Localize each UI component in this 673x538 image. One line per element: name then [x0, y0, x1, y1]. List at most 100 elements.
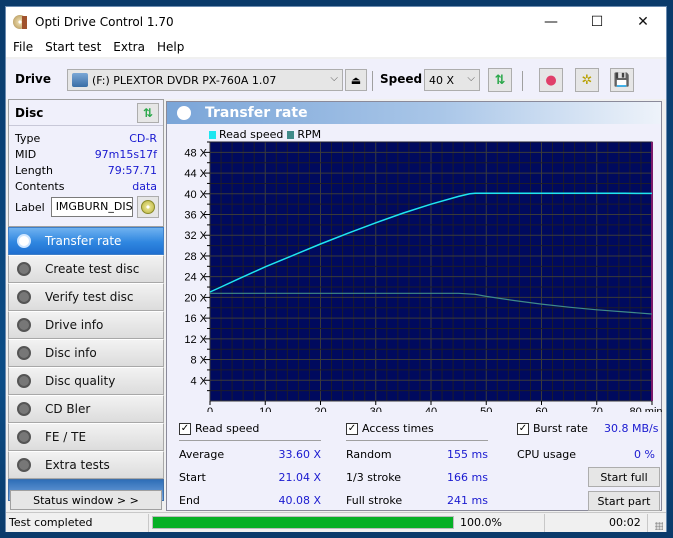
stat-row: Start 21.04 X: [179, 471, 321, 484]
checkbox-check-icon: ✓: [346, 422, 358, 435]
transfer-rate-chart: 4 X 8 X 12 X 16 X 20 X 24 X 28 X 32 X 36 X 40 X 44…: [184, 141, 663, 412]
y-tick-label: 24 X: [184, 272, 207, 284]
refresh-icon: ⇅: [142, 106, 154, 120]
burst-rate-label: Burst rate: [533, 422, 588, 435]
disc-type-row: Type CD-R: [9, 130, 163, 146]
stat-value: 33.60 X: [278, 448, 321, 461]
disc-contents-row: Contents data: [9, 178, 163, 194]
stat-key: Full stroke: [346, 494, 403, 507]
nav-label: Extra tests: [45, 458, 110, 472]
progress-bar: [152, 516, 454, 529]
access-times-label: Access times: [362, 422, 434, 435]
transfer-rate-panel: Transfer rate 4 X8 X 12 X 16 X 20 X 24 X 28 X…: [166, 101, 663, 511]
x-tick-label: 0: [207, 406, 213, 412]
stat-key: Average: [179, 448, 225, 461]
stat-value: 21.04 X: [278, 471, 321, 484]
speed-select[interactable]: 40 X ⌵: [424, 69, 480, 91]
checkbox-check-icon: ✓: [517, 422, 529, 435]
disc-icon: [140, 200, 155, 214]
disc-icon: [17, 430, 31, 444]
disc-length-value: 79:57.71: [107, 163, 157, 177]
y-tick-label: 36 X: [184, 210, 207, 222]
save-button[interactable]: 💾: [610, 68, 634, 92]
nav-label: Disc quality: [45, 374, 116, 388]
status-bar: Test completed 100.0% 00:02: [6, 512, 666, 532]
disc-label-key: Label: [15, 200, 45, 214]
start-part-button[interactable]: Start part: [588, 491, 660, 511]
maximize-button[interactable]: ☐: [574, 7, 620, 37]
settings-button[interactable]: ✲: [575, 68, 599, 92]
stat-row: 1/3 stroke 166 ms: [346, 471, 488, 484]
refresh-speed-button[interactable]: ⇅: [488, 68, 512, 92]
disc-length-key: Length: [15, 163, 53, 177]
nav-fe-te[interactable]: FE / TE: [8, 423, 164, 451]
disc-type-value: CD-R: [129, 131, 157, 145]
stat-row: Average 33.60 X: [179, 448, 321, 461]
nav-label: Transfer rate: [45, 234, 122, 248]
y-tick-label: 20 X: [184, 292, 207, 304]
disc-info-box: Disc ⇅ Type CD-R MID 97m15s17f Length 79:57…: [8, 99, 164, 227]
burst-rate-checkbox[interactable]: ✓ Burst rate: [517, 422, 588, 435]
stat-value: 155 ms: [447, 448, 488, 461]
test-nav: Transfer rate Create test disc Verify te…: [8, 227, 164, 501]
disc-icon: [17, 374, 31, 388]
nav-create-test-disc[interactable]: Create test disc: [8, 255, 164, 283]
nav-transfer-rate[interactable]: Transfer rate: [8, 227, 164, 255]
divider: [179, 440, 321, 441]
disc-icon: [17, 458, 31, 472]
title-bar: Opti Drive Control 1.70 — ☐ ✕: [6, 7, 666, 37]
x-tick-label: 60: [535, 406, 547, 412]
nav-drive-info[interactable]: Drive info: [8, 311, 164, 339]
nav-label: FE / TE: [45, 430, 87, 444]
stat-value: 241 ms: [447, 494, 488, 507]
disc-type-key: Type: [15, 131, 41, 145]
x-tick-label: 40: [425, 406, 437, 412]
access-times-checkbox[interactable]: ✓ Access times: [346, 422, 434, 435]
read-speed-checkbox[interactable]: ✓ Read speed: [179, 422, 259, 435]
status-window-button[interactable]: Status window > >: [10, 490, 162, 510]
menu-start-test[interactable]: Start test: [39, 40, 107, 54]
menu-file[interactable]: File: [6, 40, 39, 54]
menu-extra[interactable]: Extra: [107, 40, 151, 54]
minimize-button[interactable]: —: [528, 7, 574, 37]
save-icon: 💾: [613, 72, 631, 88]
eraser-icon: ●: [545, 72, 557, 88]
y-tick-label: 32 X: [184, 230, 207, 242]
nav-verify-test-disc[interactable]: Verify test disc: [8, 283, 164, 311]
gear-icon: ✲: [581, 72, 593, 88]
legend-rpm: RPM: [287, 128, 321, 141]
legend-label: RPM: [297, 128, 322, 141]
toolbar: Drive (F:) PLEXTOR DVDR PX-760A 1.07 ⌵ ⏏…: [6, 59, 666, 99]
resize-grip[interactable]: [655, 522, 663, 530]
stat-value: 40.08 X: [278, 494, 321, 507]
window-title: Opti Drive Control 1.70: [35, 15, 174, 29]
legend-read-speed: Read speed: [209, 128, 283, 141]
eject-button[interactable]: ⏏: [345, 69, 367, 91]
erase-button[interactable]: ●: [539, 68, 563, 92]
progress-percent: 100.0%: [460, 516, 502, 529]
y-tick-label: 40 X: [184, 189, 207, 201]
disc-length-row: Length 79:57.71: [9, 162, 163, 178]
nav-disc-info[interactable]: Disc info: [8, 339, 164, 367]
close-button[interactable]: ✕: [620, 7, 666, 37]
drive-select[interactable]: (F:) PLEXTOR DVDR PX-760A 1.07 ⌵: [67, 69, 343, 91]
start-full-button[interactable]: Start full: [588, 467, 660, 487]
disc-refresh-button[interactable]: ⇅: [137, 103, 159, 123]
stat-value: 166 ms: [447, 471, 488, 484]
stat-key: End: [179, 494, 200, 507]
cpu-usage-label: CPU usage: [517, 448, 577, 461]
nav-label: Disc info: [45, 346, 97, 360]
nav-label: Verify test disc: [45, 290, 134, 304]
disc-icon: [17, 290, 31, 304]
cpu-usage-value: 0 %: [634, 448, 655, 461]
y-tick-label: 8 X: [190, 355, 207, 367]
nav-extra-tests[interactable]: Extra tests: [8, 451, 164, 479]
disc-label-input[interactable]: IMGBURN_DIS: [50, 197, 133, 217]
disc-label-button[interactable]: [136, 196, 159, 218]
app-disc-icon: [13, 14, 29, 30]
y-tick-label: 28 X: [184, 251, 207, 263]
nav-disc-quality[interactable]: Disc quality: [8, 367, 164, 395]
nav-cd-bler[interactable]: CD Bler: [8, 395, 164, 423]
stat-key: 1/3 stroke: [346, 471, 401, 484]
menu-help[interactable]: Help: [151, 40, 190, 54]
